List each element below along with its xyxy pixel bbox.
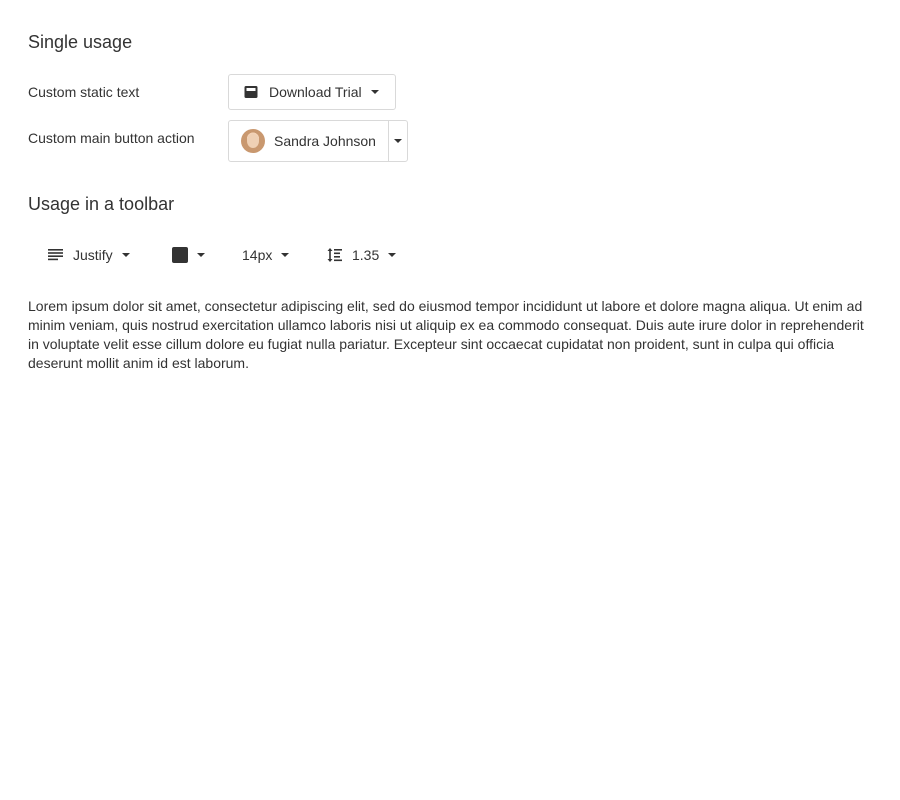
- window-icon: [243, 84, 259, 100]
- line-height-label: 1.35: [352, 247, 380, 263]
- toolbar-color-dropdown[interactable]: [172, 243, 205, 267]
- toolbar-align-dropdown[interactable]: Justify: [48, 243, 130, 267]
- toolbar-line-height-dropdown[interactable]: 1.35: [327, 243, 397, 267]
- chevron-down-icon: [281, 253, 290, 257]
- section-title-single-usage: Single usage: [28, 32, 133, 52]
- user-name-label: Sandra Johnson: [274, 133, 376, 149]
- justify-icon: [48, 248, 63, 262]
- download-trial-dropdown-button[interactable]: Download Trial: [228, 74, 396, 110]
- page: Single usage Custom static text Download…: [0, 0, 900, 800]
- user-dropdown-toggle[interactable]: [389, 121, 407, 161]
- user-main-action-button[interactable]: Sandra Johnson: [229, 121, 389, 161]
- download-trial-label: Download Trial: [269, 84, 362, 100]
- chevron-down-icon: [393, 139, 402, 143]
- section-title-toolbar: Usage in a toolbar: [28, 194, 175, 214]
- chevron-down-icon: [370, 90, 379, 94]
- font-size-label: 14px: [242, 247, 273, 263]
- label-custom-main-button-action: Custom main button action: [28, 130, 195, 146]
- user-split-button: Sandra Johnson: [228, 120, 408, 162]
- chevron-down-icon: [197, 253, 205, 257]
- label-custom-static-text: Custom static text: [28, 84, 140, 100]
- toolbar-font-size-dropdown[interactable]: 14px: [242, 243, 290, 267]
- sample-paragraph: Lorem ipsum dolor sit amet, consectetur …: [28, 298, 864, 371]
- chevron-down-icon: [388, 253, 397, 257]
- chevron-down-icon: [121, 253, 130, 257]
- avatar: [241, 129, 265, 153]
- align-label: Justify: [73, 247, 113, 263]
- line-height-icon: [327, 247, 342, 263]
- color-swatch: [172, 247, 188, 263]
